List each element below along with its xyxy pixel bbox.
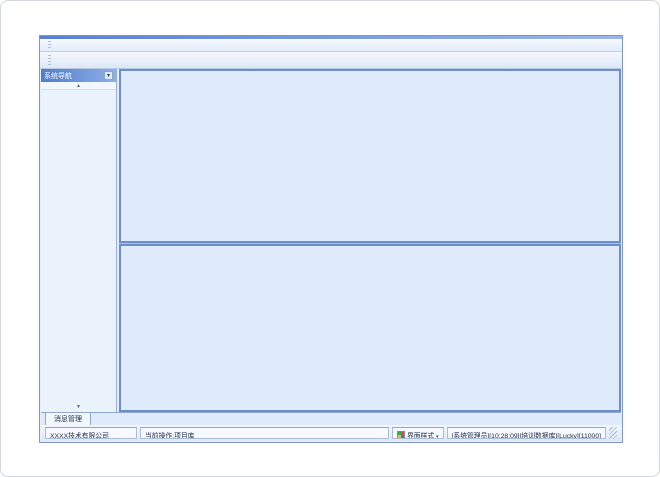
current-operation-label: 当前操作:项目库 <box>140 427 389 439</box>
interface-style-button[interactable]: 界面样式 ▾ <box>392 427 444 439</box>
menu-bar <box>40 39 622 52</box>
chevron-down-icon: ▾ <box>436 434 439 439</box>
sidebar-header: 系统导航 ▾ <box>41 69 116 82</box>
resize-grip[interactable] <box>609 427 617 439</box>
sidebar-scroll-up[interactable]: ▲ <box>41 82 116 90</box>
table-panel <box>119 244 621 412</box>
main-region: 系统导航 ▾ ▲ ▼ <box>41 69 621 412</box>
screenshot-frame: 系统导航 ▾ ▲ ▼ 消息管理 XXXX技术有限公司 当前操作:项目库 界面样式… <box>0 0 660 477</box>
pin-icon[interactable]: ▾ <box>104 71 113 80</box>
status-bar: XXXX技术有限公司 当前操作:项目库 界面样式 ▾ [系统管理员][10:28… <box>41 425 621 441</box>
sidebar-body <box>41 90 116 403</box>
gantt-panel <box>119 69 621 243</box>
sidebar: 系统导航 ▾ ▲ ▼ <box>41 69 117 412</box>
app-window: 系统导航 ▾ ▲ ▼ 消息管理 XXXX技术有限公司 当前操作:项目库 界面样式… <box>39 35 623 443</box>
sidebar-title: 系统导航 <box>44 71 72 81</box>
style-palette-icon <box>397 431 405 439</box>
sidebar-overflow-button[interactable]: ▼ <box>41 403 116 412</box>
message-tab-row: 消息管理 <box>41 412 621 425</box>
mdi-area <box>119 69 621 412</box>
session-info: [系统管理员][10:28:09][培训数据库][Lucky][11000] <box>447 427 606 439</box>
company-label: XXXX技术有限公司 <box>45 427 137 439</box>
main-toolbar <box>40 52 622 69</box>
